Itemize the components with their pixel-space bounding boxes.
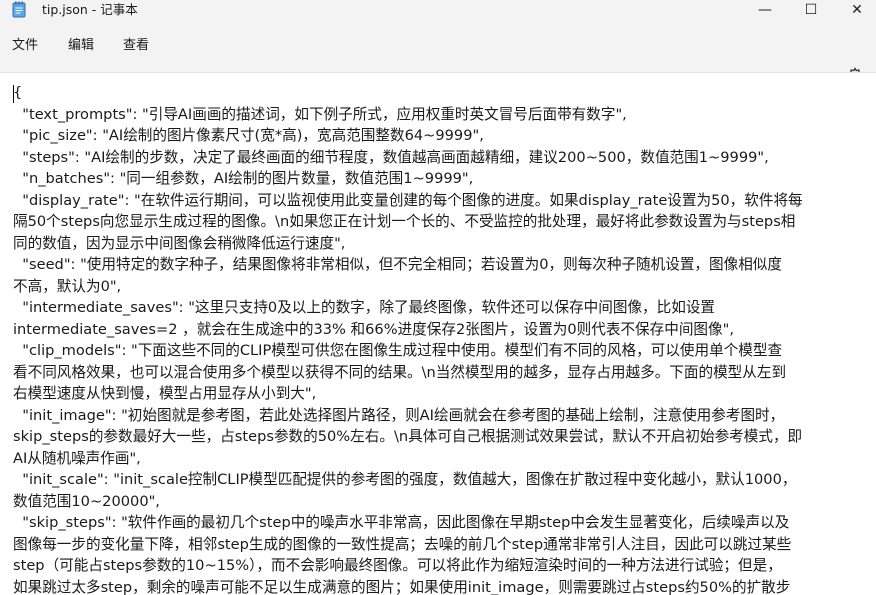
editor-line: 不高，默认为0", [13, 277, 121, 297]
editor-line: "init_image": "初始图就是参考图，若此处选择图片路径，则AI绘画就… [13, 406, 784, 426]
editor-line: "intermediate_saves": "这里只支持0及以上的数字，除了最终… [13, 298, 715, 318]
editor-line: skip_steps的参数最好大一些，占steps参数的50%左右。\n具体可自… [13, 427, 802, 447]
editor-line: "seed": "使用特定的数字种子，结果图像将非常相似，但不完全相同；若设置为… [13, 255, 782, 275]
menu-file[interactable]: 文件 [10, 36, 40, 56]
editor-line: 同的数值，因为显示中间图像会稍微降低运行速度", [13, 234, 345, 254]
editor-line: "text_prompts": "引导AI画画的描述词，如下例子所式，应用权重时… [13, 105, 627, 125]
editor-line: 图像每一步的变化量下降，相邻step生成的图像的一致性提高；去噪的前几个step… [13, 535, 791, 555]
editor-line: 右模型速度从快到慢，模型占用显存从小到大", [13, 384, 316, 404]
editor-line: "pic_size": "AI绘制的图片像素尺寸(宽*高)，宽高范围整数64~9… [13, 126, 484, 146]
editor-line: 隔50个steps向您显示生成过程的图像。\n如果您正在计划一个长的、不受监控的… [13, 212, 795, 232]
notepad-icon [12, 1, 26, 18]
close-icon: ✕ [851, 2, 863, 18]
editor-line: "n_batches": "同一组参数，AI绘制的图片数量，数值范围1~9999… [13, 169, 473, 189]
editor-line: intermediate_saves=2 ，就会在生成途中的33% 和66%进度… [13, 320, 734, 340]
editor-line: { [13, 83, 22, 103]
maximize-button[interactable]: ☐ [788, 0, 834, 20]
menu-bar: 文件 编辑 查看 [0, 30, 876, 62]
editor-line: step（可能占steps参数的10~15%），而不会影响最终图像。可以将此作为… [13, 556, 782, 576]
editor-line: "display_rate": "在软件运行期间，可以监视使用此变量创建的每个图… [13, 191, 803, 211]
editor-line: "skip_steps": "软件作画的最初几个step中的噪声水平非常高，因此… [13, 513, 789, 533]
editor-line: "steps": "AI绘制的步数，决定了最终画面的细节程度，数值越高画面越精细… [13, 148, 769, 168]
editor-line: AI从随机噪声作画", [13, 449, 141, 469]
window-title: tip.json - 记事本 [42, 2, 138, 18]
title-bar: tip.json - 记事本 — ☐ ✕ [0, 0, 876, 20]
text-caret [13, 85, 14, 103]
menu-view[interactable]: 查看 [121, 36, 151, 56]
close-button[interactable]: ✕ [834, 0, 876, 20]
editor-line: "clip_models": "下面这些不同的CLIP模型可供您在图像生成过程中… [13, 341, 782, 361]
editor-line: 看不同风格效果，也可以混合使用多个模型以获得不同的结果。\n当然模型用的越多，显… [13, 363, 786, 383]
editor-line: "init_scale": "init_scale控制CLIP模型匹配提供的参考… [13, 470, 796, 490]
minimize-icon: — [758, 2, 772, 18]
maximize-icon: ☐ [805, 2, 818, 18]
menu-edit[interactable]: 编辑 [66, 36, 96, 56]
minimize-button[interactable]: — [742, 0, 788, 20]
editor-line: 如果跳过太多step，剩余的噪声可能不足以生成满意的图片；如果使用init_im… [13, 578, 790, 595]
text-editor[interactable]: { "text_prompts": "引导AI画画的描述词，如下例子所式，应用权… [0, 72, 876, 595]
editor-line: 数值范围10~20000", [13, 492, 160, 512]
